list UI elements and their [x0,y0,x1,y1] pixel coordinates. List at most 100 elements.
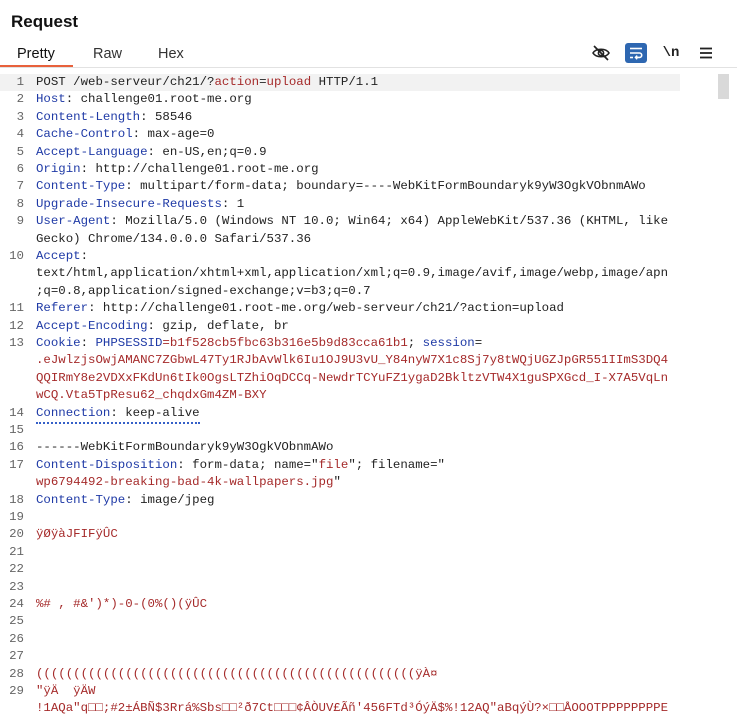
line-content: ;q=0.8,application/signed-exchange;v=b3;… [36,283,371,300]
header-name: PHPSESSID [95,336,163,350]
header-name: session [422,336,475,350]
highlighted-value: "ÿÄ ÿÄW [36,684,96,698]
header-name: Connection [36,405,111,420]
code-text: : [80,249,89,263]
newline-icon[interactable]: \n [660,43,682,63]
line-number: 6 [16,162,24,176]
code-text: ------WebKitFormBoundaryk9yW3OgkVObnmAWo [36,440,334,455]
code-text: : [80,336,96,350]
line-number: 10 [9,249,24,263]
header-name: Content-Type [36,492,126,507]
highlighted-value: action [214,75,260,89]
highlighted-value: wp6794492-breaking-bad-4k-wallpapers.jpg [36,475,334,490]
code-text: POST /web-serveur/ch21/? [36,75,215,89]
wrap-lines-icon[interactable] [625,43,647,63]
header-name: Content-Disposition [36,457,178,472]
line-content: Origin: http://challenge01.root-me.org [36,161,319,178]
highlighted-value: .eJwlzjsOwjAMANC7ZGbwL47Ty1RJbAvWlk6Iu1O… [36,353,669,368]
header-name: Content-Type [36,179,126,194]
line-number: 2 [16,92,24,107]
highlighted-value: %# , #&')*)-0-(0%()(ÿÛC [36,597,208,611]
code-text: : 58546 [140,109,193,124]
line-number: 16 [9,440,24,455]
line-number: 27 [9,649,24,664]
line-number: 28 [9,666,24,681]
line-content: Connection: keep-alive [36,405,200,424]
code-text: : en-US,en;q=0.9 [147,144,267,159]
line-number: 23 [9,579,24,594]
tab-divider [0,67,737,68]
line-number: 11 [9,301,24,316]
line-number: 3 [16,109,24,124]
line-number: 21 [9,544,24,559]
highlighted-value: upload [266,75,312,89]
line-number: 14 [9,405,24,420]
line-content: ((((((((((((((((((((((((((((((((((((((((… [36,666,438,683]
request-editor[interactable]: 1 POST /web-serveur/ch21/?action=upload H… [0,72,737,724]
line-content: .eJwlzjsOwjAMANC7ZGbwL47Ty1RJbAvWlk6Iu1O… [36,352,668,369]
line-content: User-Agent: Mozilla/5.0 (Windows NT 10.0… [36,213,668,230]
code-text: text/html,application/xhtml+xml,applicat… [36,266,669,281]
code-text: "; filename=" [348,457,445,472]
header-name: Cookie [36,336,81,350]
line-content: wp6794492-breaking-bad-4k-wallpapers.jpg… [36,474,341,491]
line-number: 8 [16,196,24,211]
code-text: : challenge01.root-me.org [65,92,252,107]
line-content: wCQ.Vta5TpResu62_chqdxGm4ZM-BXY [36,387,267,404]
line-content: Accept-Language: en-US,en;q=0.9 [36,144,267,161]
line-number: 24 [9,597,24,611]
line-content: Cache-Control: max-age=0 [36,126,214,143]
code-text: = [259,75,267,89]
code-text: : keep-alive [110,405,200,420]
header-name: Upgrade-Insecure-Requests [36,196,222,211]
code-line[interactable]: 1 POST /web-serveur/ch21/?action=upload H… [0,74,680,92]
code-text: : http://challenge01.root-me.org/web-ser… [88,301,564,316]
line-content: Cookie: PHPSESSID=b1f528cb5fbc63b316e5b9… [36,335,482,352]
highlighted-value: ÿØÿàJFIFÿÛC [36,527,118,542]
code-text: : Mozilla/5.0 (Windows NT 10.0; Win64; x… [110,214,669,229]
line-number: 26 [9,631,24,646]
header-name: Host [36,92,66,107]
line-number: 18 [9,492,24,507]
code-text: : http://challenge01.root-me.org [80,162,319,176]
header-name: Accept-Language [36,144,148,159]
line-content: Accept: [36,248,88,265]
line-number: 19 [9,510,24,524]
eye-slash-icon[interactable] [590,43,612,63]
line-number: 12 [9,318,24,333]
line-number: 15 [9,423,24,437]
line-content: Content-Disposition: form-data; name="fi… [36,457,445,474]
line-number: 1 [16,75,24,89]
highlighted-value: file [318,457,349,472]
line-content: Content-Type: image/jpeg [36,492,214,509]
line-number: 9 [16,214,24,229]
line-content: !1AQa"q□□;#2±ÁBÑ$3Rrá%Sbs□□²ð7Ct□□□¢ÂÒUV… [36,700,668,717]
line-content: ÿØÿàJFIFÿÛC [36,526,118,543]
code-text: : image/jpeg [125,492,215,507]
header-name: Referer [36,301,89,316]
line-number: 20 [9,527,24,542]
line-content: "ÿÄ ÿÄW [36,683,96,700]
line-number: 29 [9,684,24,698]
code-text: ; [407,336,423,350]
line-number: 25 [9,614,24,629]
code-text: : multipart/form-data; boundary=----WebK… [125,179,646,194]
code-text: : max-age=0 [132,127,215,142]
line-content: Content-Length: 58546 [36,109,192,126]
code-text: Gecko) Chrome/134.0.0.0 Safari/537.36 [36,231,312,246]
code-text: = [474,336,483,350]
header-name: Accept [36,249,81,263]
line-content: text/html,application/xhtml+xml,applicat… [36,265,668,282]
highlighted-value: QQIRmY8e2VDXxFKdUn6tIk0OgsLTZhiOqDCCq-Ne… [36,370,669,385]
code-text: ;q=0.8,application/signed-exchange;v=b3;… [36,283,371,298]
line-number: 5 [16,144,24,159]
line-content: Gecko) Chrome/134.0.0.0 Safari/537.36 [36,231,311,248]
panel-title: Request [11,12,79,31]
line-number: 17 [9,457,24,472]
line-content: Content-Type: multipart/form-data; bound… [36,178,646,195]
hamburger-menu-icon[interactable] [695,43,717,63]
line-content: Accept-Encoding: gzip, deflate, br [36,318,289,335]
line-content: ------WebKitFormBoundaryk9yW3OgkVObnmAWo [36,439,333,456]
highlighted-value: !1AQa"q□□;#2±ÁBÑ$3Rrá%Sbs□□²ð7Ct□□□¢ÂÒUV… [36,701,669,716]
line-number: 13 [9,336,24,350]
